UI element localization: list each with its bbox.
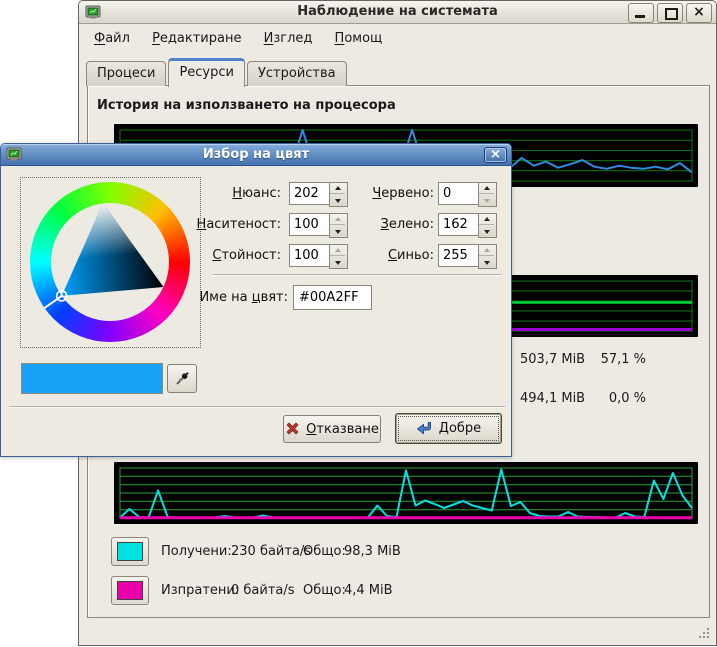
eyedropper-icon [174, 371, 190, 387]
dialog-title: Избор на цвят [1, 147, 511, 162]
selected-color-preview [21, 363, 163, 394]
resize-grip[interactable] [698, 627, 711, 640]
red-input[interactable] [438, 182, 479, 205]
green-spin-up-button[interactable] [479, 214, 494, 225]
color-name-label: Име на цвят: [118, 290, 288, 305]
maximize-button[interactable] [657, 3, 683, 23]
tab-devices[interactable]: Устройства [247, 61, 347, 86]
red-spin-down-button[interactable] [479, 196, 494, 206]
ok-return-arrow-icon [416, 421, 433, 436]
menu-file[interactable]: Файл [87, 28, 137, 49]
blue-spinfield [438, 244, 495, 267]
menu-help[interactable]: Помощ [328, 28, 390, 49]
blue-input[interactable] [438, 244, 479, 267]
green-spinfield [438, 213, 495, 236]
menu-edit[interactable]: Редактиране [145, 28, 248, 49]
ok-button-label: Добре [439, 421, 481, 436]
menu-view[interactable]: Изглед [257, 28, 320, 49]
cancel-button-label: Отказване [306, 422, 379, 437]
minimize-button[interactable] [628, 3, 654, 23]
value-label: Стойност: [111, 248, 281, 263]
window-controls: × [628, 3, 712, 22]
maximize-icon [665, 8, 678, 20]
cpu-history-heading: История на използването на процесора [97, 98, 396, 113]
tab-processes[interactable]: Процеси [86, 61, 166, 86]
dialog-close-icon: × [490, 147, 501, 162]
sent-color-button[interactable] [111, 576, 149, 605]
blue-spin-up-button[interactable] [479, 245, 494, 256]
sent-label: Изпратени: [161, 583, 239, 598]
dialog-close-button[interactable]: × [484, 147, 507, 163]
close-icon: × [687, 4, 711, 20]
main-window-title: Наблюдение на системата [79, 4, 716, 19]
tab-resources[interactable]: Ресурси [168, 58, 245, 87]
hue-label: Нюанс: [111, 186, 281, 201]
blue-label: Синьо: [274, 248, 434, 263]
color-picker-dialog: Избор на цвят × [0, 143, 512, 457]
received-rate: 230 байта/s [231, 544, 311, 559]
received-color-button[interactable] [111, 537, 149, 566]
sent-total-label: Общо: [303, 583, 346, 598]
sent-rate: 0 байта/s [231, 583, 295, 598]
notebook-tabs: Процеси Ресурси Устройства [86, 54, 349, 86]
green-input[interactable] [438, 213, 479, 236]
fields-separator [213, 274, 501, 276]
menubar: Файл Редактиране Изглед Помощ [81, 25, 714, 53]
received-color-swatch [117, 542, 143, 561]
received-total: 98,3 MiB [344, 544, 401, 559]
action-separator [9, 406, 505, 408]
blue-spin-down-button[interactable] [479, 258, 494, 268]
received-total-label: Общо: [303, 544, 346, 559]
ok-button[interactable]: Добре [395, 413, 502, 444]
received-label: Получени: [161, 544, 232, 559]
cancel-button[interactable]: Отказване [283, 415, 381, 443]
red-spinfield [438, 182, 495, 205]
sent-color-swatch [117, 581, 143, 600]
cancel-x-icon [285, 422, 300, 436]
red-label: Червено: [274, 186, 434, 201]
minimize-icon [635, 15, 645, 18]
green-label: Зелено: [274, 217, 434, 232]
red-spin-up-button[interactable] [479, 183, 494, 194]
main-window-titlebar[interactable]: Наблюдение на системата × [79, 1, 716, 24]
saturation-label: Наситеност: [111, 217, 281, 232]
dialog-titlebar[interactable]: Избор на цвят × [1, 144, 511, 166]
green-spin-down-button[interactable] [479, 227, 494, 237]
sent-total: 4,4 MiB [344, 583, 393, 598]
swap-percent: 0,0 % [549, 391, 646, 406]
color-name-input[interactable] [293, 285, 372, 310]
memory-percent: 57,1 % [549, 352, 646, 367]
desktop: Наблюдение на системата × Файл Редактира… [0, 0, 717, 647]
close-button[interactable]: × [686, 3, 712, 23]
pick-screen-color-button[interactable] [167, 364, 197, 393]
network-history-chart [114, 462, 698, 524]
